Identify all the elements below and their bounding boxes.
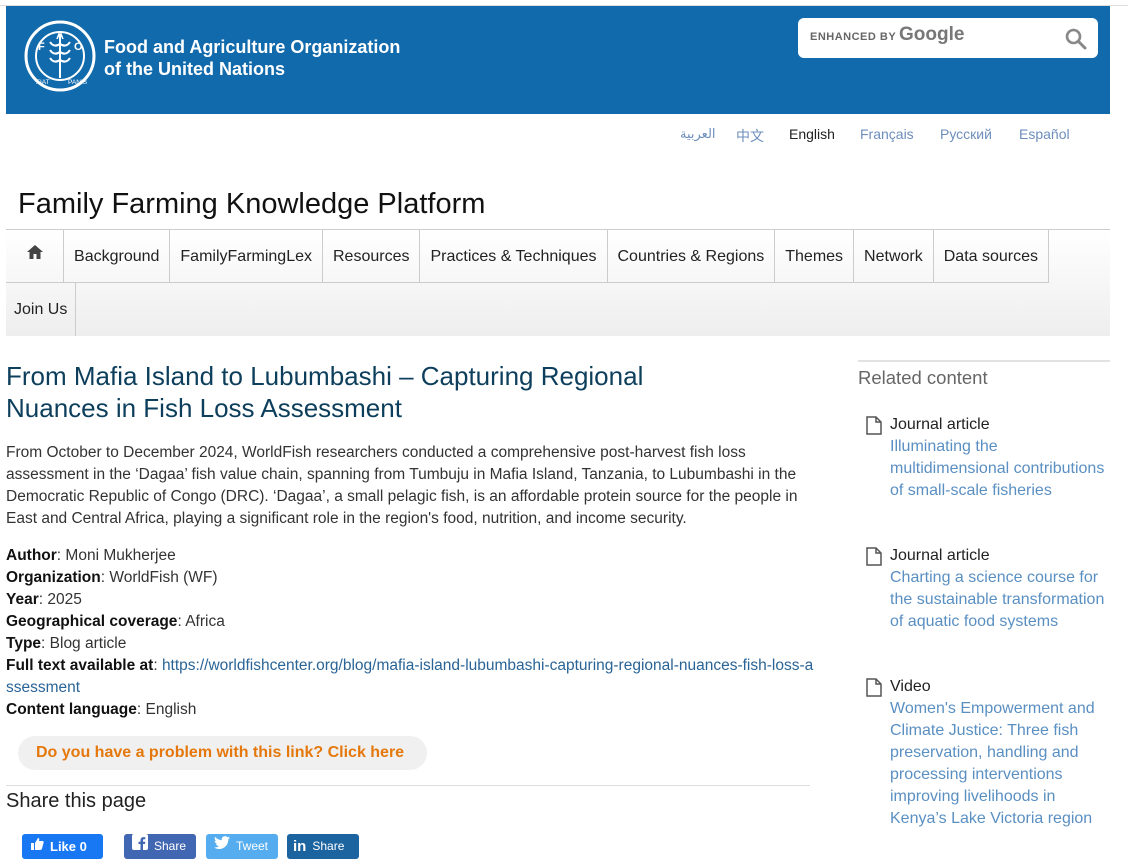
related-content-heading: Related content (858, 367, 988, 388)
article-lead: From October to December 2024, WorldFish… (6, 444, 798, 527)
org-name-line1: Food and Agriculture Organization (104, 37, 401, 57)
facebook-like-button[interactable]: Like 0 (22, 834, 103, 859)
meta-type: Type: Blog article (6, 635, 127, 652)
facebook-icon (132, 834, 154, 859)
main-nav: Background FamilyFarmingLex Resources Pr… (6, 229, 1110, 336)
organization-name[interactable]: Food and Agriculture Organization of the… (104, 36, 400, 80)
svg-text:FIAT: FIAT (36, 79, 50, 86)
sidebar-divider (858, 360, 1110, 362)
search-enhanced-label: ENHANCED BY (810, 31, 897, 43)
related-item: Journal article Illuminating the multidi… (866, 414, 1110, 502)
meta-geo: Geographical coverage: Africa (6, 613, 225, 630)
search-icon[interactable] (1064, 27, 1088, 51)
related-item: Video Women's Empowerment and Climate Ju… (866, 676, 1110, 830)
meta-fulltext: Full text available at: https://worldfis… (6, 657, 814, 696)
related-item-type: Journal article (890, 547, 990, 564)
fao-logo[interactable]: F A O FIAT PANIS (24, 20, 96, 92)
related-item-link[interactable]: Women's Empowerment and Climate Justice:… (866, 698, 1110, 830)
article-title: From Mafia Island to Lubumbashi – Captur… (6, 361, 644, 423)
share-title: Share this page (6, 790, 147, 812)
platform-title[interactable]: Family Farming Knowledge Platform (18, 188, 485, 221)
nav-background[interactable]: Background (64, 230, 171, 283)
nav-network[interactable]: Network (854, 230, 934, 283)
logo-letter: F (38, 41, 45, 53)
svg-text:A: A (56, 30, 64, 42)
nav-themes[interactable]: Themes (775, 230, 855, 283)
lang-russian[interactable]: Русский (940, 126, 992, 142)
nav-practices[interactable]: Practices & Techniques (420, 230, 608, 283)
article-meta: Author: Moni Mukherjee Organization: Wor… (6, 545, 816, 721)
lang-english[interactable]: English (789, 126, 835, 142)
thumbs-up-icon (30, 834, 50, 859)
related-item-type: Video (890, 678, 931, 695)
twitter-share-button[interactable]: Tweet (206, 834, 278, 859)
twitter-icon (214, 834, 236, 859)
lang-french[interactable]: Français (860, 126, 914, 142)
search-brand-label: Google (899, 24, 965, 45)
nav-familyfarminglex[interactable]: FamilyFarmingLex (170, 230, 323, 283)
meta-language: Content language: English (6, 701, 197, 718)
linkedin-icon: in (293, 838, 307, 855)
meta-author: Author: Moni Mukherjee (6, 547, 176, 564)
nav-resources[interactable]: Resources (323, 230, 421, 283)
nav-join-us[interactable]: Join Us (6, 283, 77, 336)
svg-text:PANIS: PANIS (68, 79, 88, 86)
org-name-line2: of the United Nations (104, 59, 285, 79)
report-link-problem-button[interactable]: Do you have a problem with this link? Cl… (18, 736, 427, 770)
meta-year: Year: 2025 (6, 591, 82, 608)
divider (6, 785, 810, 786)
svg-text:O: O (74, 41, 83, 53)
linkedin-share-button[interactable]: in Share (287, 834, 359, 859)
nav-data-sources[interactable]: Data sources (934, 230, 1049, 283)
meta-organization: Organization: WorldFish (WF) (6, 569, 218, 586)
language-switcher: العربية 中文 English Français Русский Espa… (0, 126, 1128, 146)
lang-spanish[interactable]: Español (1019, 126, 1070, 142)
related-item-link[interactable]: Charting a science course for the sustai… (866, 567, 1110, 633)
related-item: Journal article Charting a science cours… (866, 545, 1110, 633)
related-item-type: Journal article (890, 416, 990, 433)
related-item-link[interactable]: Illuminating the multidimensional contri… (866, 436, 1110, 502)
lang-chinese[interactable]: 中文 (736, 126, 764, 146)
search-input[interactable]: ENHANCED BY Google (798, 18, 1098, 58)
header-banner: F A O FIAT PANIS Food and Agriculture Or… (6, 6, 1110, 114)
nav-home[interactable] (6, 230, 65, 283)
nav-countries[interactable]: Countries & Regions (608, 230, 776, 283)
home-icon (26, 230, 44, 283)
facebook-share-button[interactable]: Share (124, 834, 196, 859)
lang-arabic[interactable]: العربية (680, 126, 716, 142)
